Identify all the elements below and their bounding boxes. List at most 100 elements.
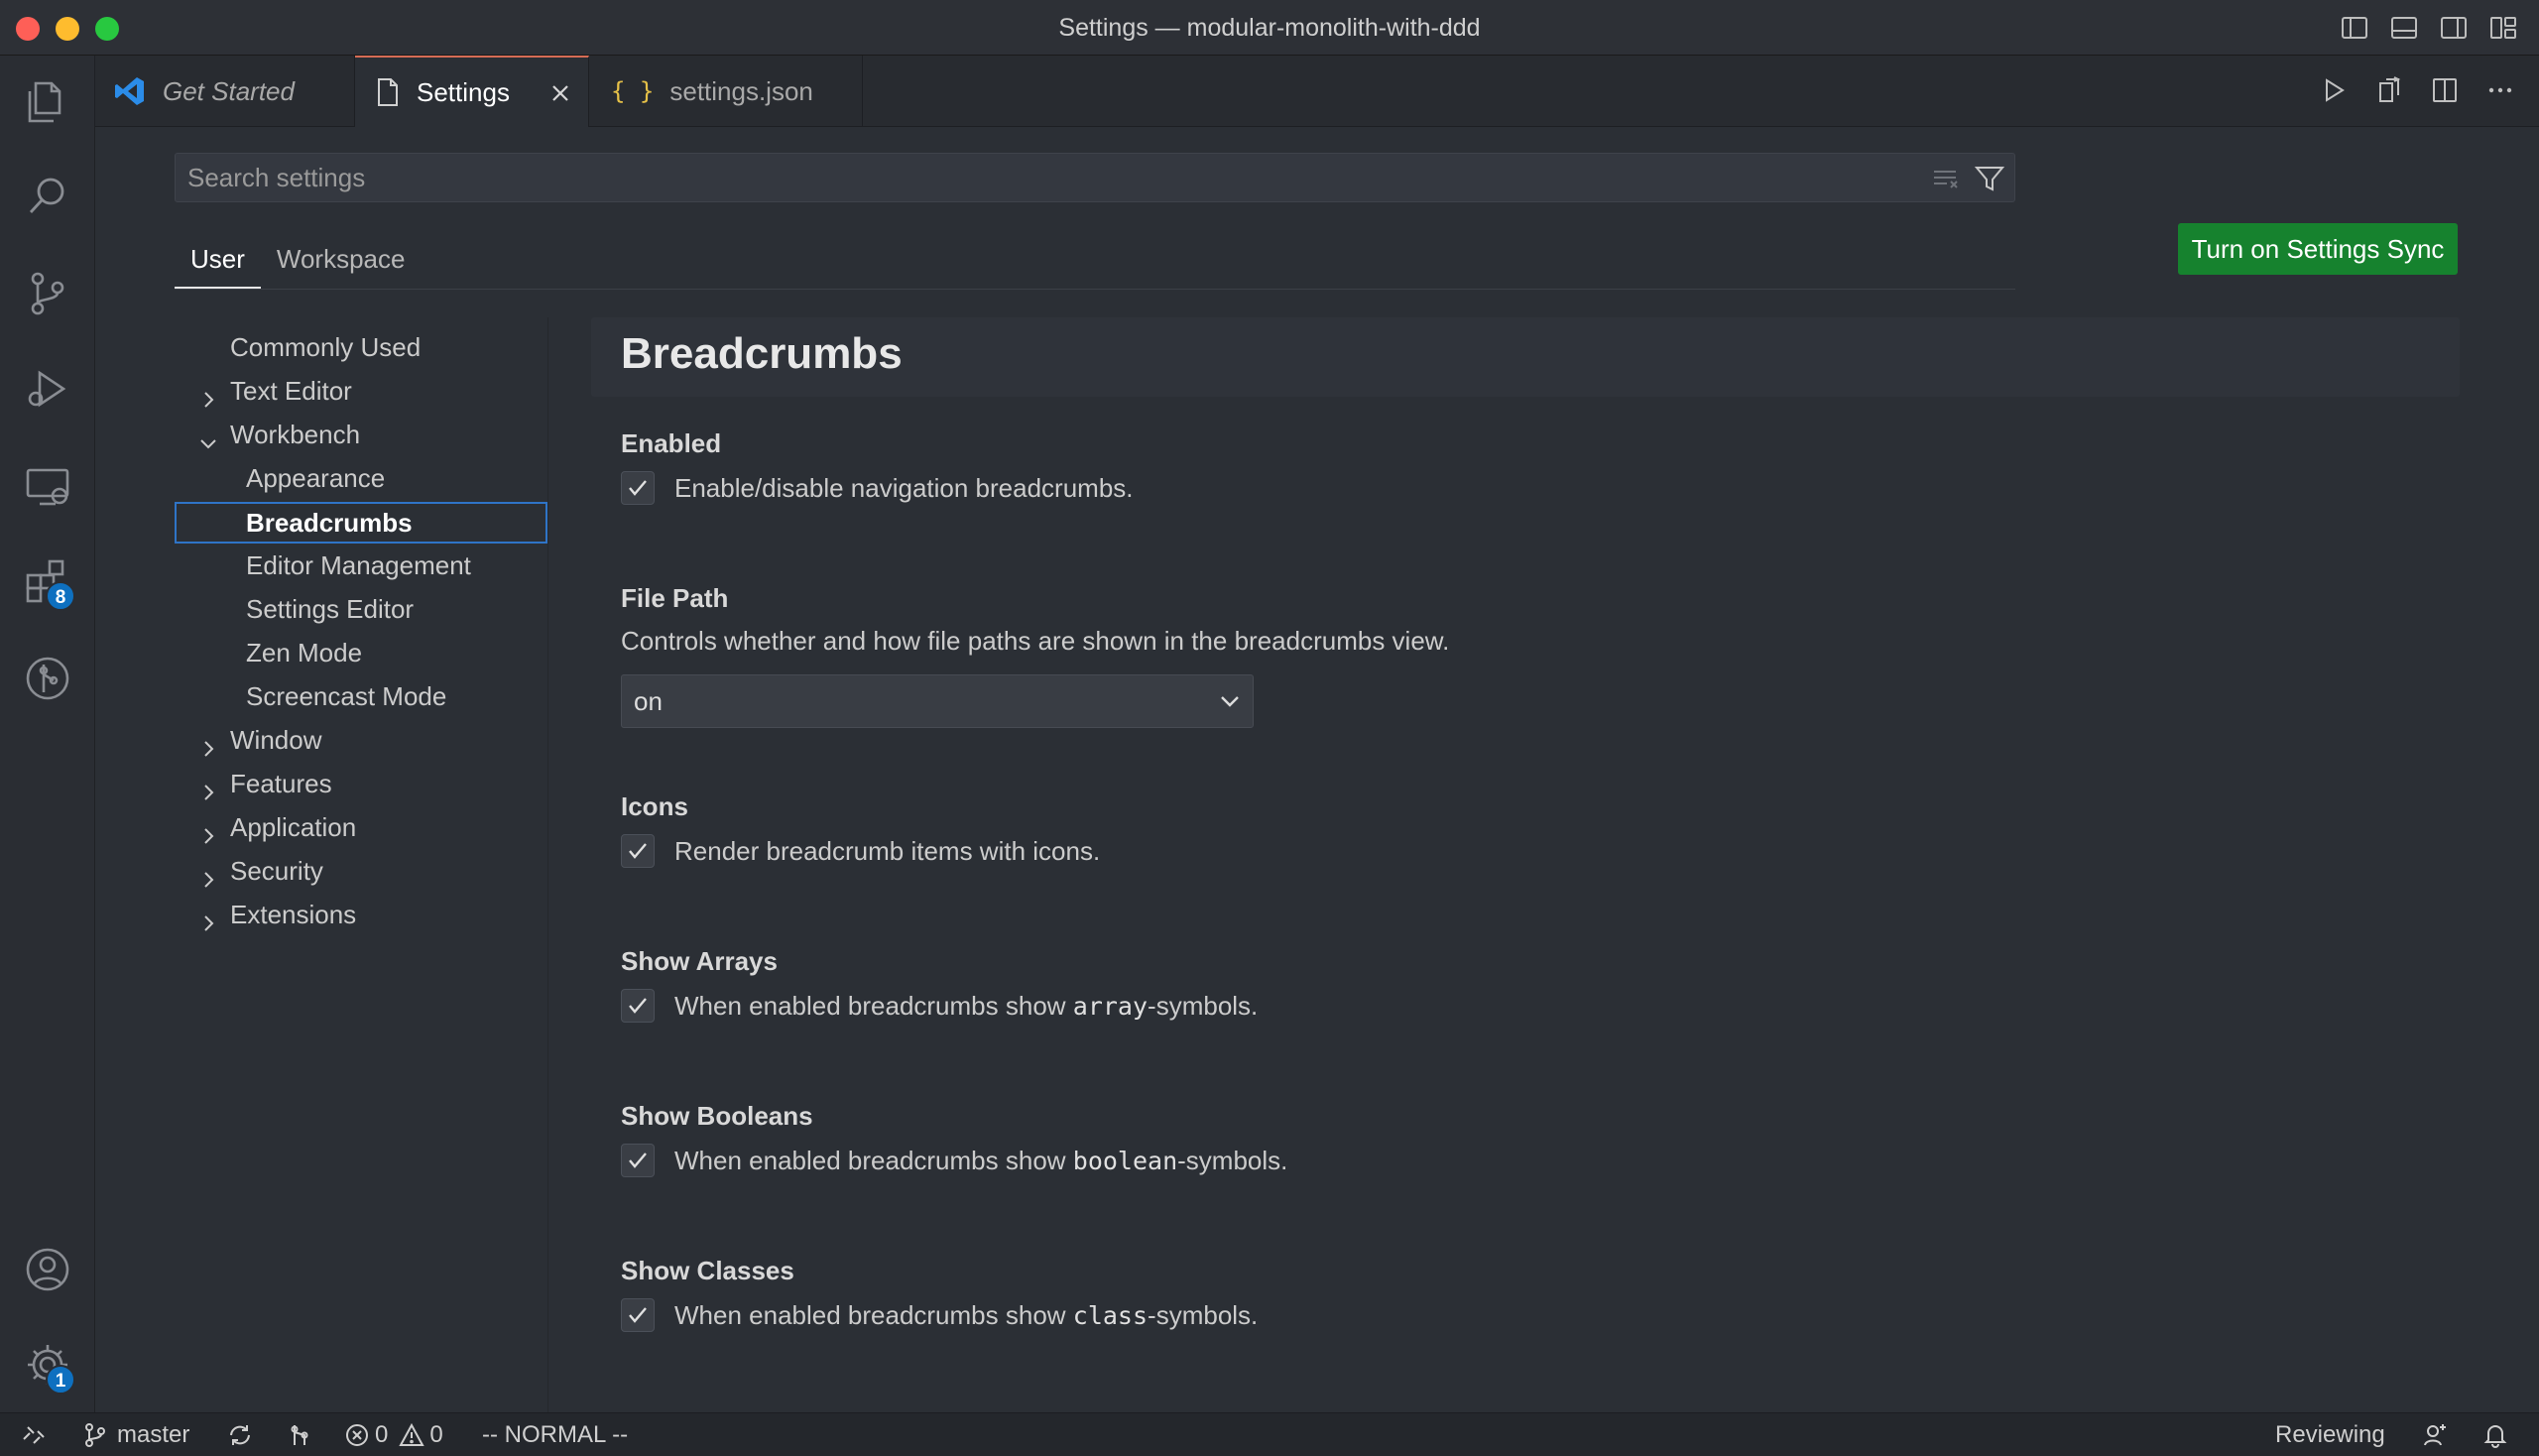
- editor-actions: [2317, 73, 2517, 112]
- file-path-select[interactable]: on: [621, 674, 1254, 728]
- title-bar: Settings — modular-monolith-with-ddd: [0, 0, 2539, 56]
- section-title: Breadcrumbs: [621, 329, 903, 378]
- git-graph-icon[interactable]: [20, 651, 75, 706]
- toggle-primary-sidebar-icon[interactable]: [2339, 12, 2370, 49]
- chevron-down-icon: [198, 425, 218, 449]
- search-icon[interactable]: [20, 169, 75, 224]
- manage-badge: 1: [46, 1365, 75, 1395]
- source-control-icon[interactable]: [20, 266, 75, 321]
- vscode-logo-icon: [113, 74, 147, 108]
- setting-show-arrays: Show Arrays When enabled breadcrumbs sho…: [621, 946, 2406, 1023]
- toc-item-settings-editor[interactable]: Settings Editor: [175, 589, 547, 629]
- sync-icon[interactable]: [226, 1413, 254, 1456]
- more-actions-icon[interactable]: [2483, 73, 2517, 112]
- settings-search-box: [175, 153, 2015, 202]
- toc-item-editor-management[interactable]: Editor Management: [175, 546, 547, 585]
- toc-label: Screencast Mode: [246, 681, 447, 711]
- toc-label: Breadcrumbs: [246, 508, 413, 538]
- toc-item-text-editor[interactable]: Text Editor: [175, 371, 547, 411]
- problems-indicator[interactable]: 0 0: [343, 1413, 443, 1456]
- close-icon[interactable]: [546, 79, 574, 107]
- tab-user[interactable]: User: [175, 234, 261, 290]
- setting-description: When enabled breadcrumbs show class-symb…: [674, 1299, 1259, 1330]
- accounts-icon[interactable]: [20, 1242, 75, 1297]
- toc-item-extensions[interactable]: Extensions: [175, 895, 547, 934]
- setting-title: Show Classes: [621, 1256, 794, 1285]
- window-title: Settings — modular-monolith-with-ddd: [1058, 14, 1481, 42]
- setting-file-path: File Path Controls whether and how file …: [621, 583, 2406, 728]
- toc-label: Appearance: [246, 463, 386, 493]
- tab-label: Settings: [417, 76, 510, 107]
- explorer-icon[interactable]: [20, 73, 75, 129]
- status-bar: master 0 0 -- NORMAL -- Reviewing: [0, 1412, 2539, 1456]
- vim-mode: -- NORMAL --: [482, 1421, 629, 1448]
- setting-description: When enabled breadcrumbs show array-symb…: [674, 990, 1259, 1021]
- tab-settings-json[interactable]: { } settings.json: [589, 56, 863, 127]
- run-icon[interactable]: [2317, 73, 2351, 112]
- setting-show-classes: Show Classes When enabled breadcrumbs sh…: [621, 1256, 2406, 1332]
- setting-description: When enabled breadcrumbs show boolean-sy…: [674, 1145, 1288, 1175]
- reviewing-status[interactable]: Reviewing: [2275, 1413, 2385, 1456]
- clear-filter-icon[interactable]: [1929, 162, 1963, 200]
- setting-show-booleans: Show Booleans When enabled breadcrumbs s…: [621, 1101, 2406, 1177]
- customize-layout-icon[interactable]: [2487, 12, 2519, 49]
- setting-title: Show Booleans: [621, 1101, 813, 1131]
- toc-label: Zen Mode: [246, 638, 363, 667]
- chevron-right-icon: [198, 730, 218, 757]
- toc-item-security[interactable]: Security: [175, 851, 547, 891]
- tab-settings[interactable]: Settings: [355, 56, 589, 127]
- toc-item-features[interactable]: Features: [175, 764, 547, 803]
- toc-item-application[interactable]: Application: [175, 807, 547, 847]
- search-input[interactable]: [176, 154, 1921, 201]
- filter-icon[interactable]: [1973, 162, 2006, 200]
- toc-item-workbench[interactable]: Workbench: [175, 415, 547, 454]
- git-branch-icon: [85, 1423, 105, 1447]
- live-share-icon[interactable]: [2422, 1413, 2450, 1456]
- show-booleans-checkbox[interactable]: [621, 1144, 655, 1177]
- activity-bar: 8 1: [0, 56, 95, 1412]
- enabled-checkbox[interactable]: [621, 471, 655, 505]
- warning-icon: [399, 1422, 425, 1446]
- setting-description: Controls whether and how file paths are …: [621, 626, 1450, 656]
- warning-count: 0: [429, 1421, 443, 1448]
- toc-item-commonly-used[interactable]: Commonly Used: [175, 327, 547, 367]
- open-settings-json-icon[interactable]: [2372, 73, 2406, 112]
- git-graph-status-icon[interactable]: [286, 1413, 313, 1456]
- error-icon: [346, 1424, 368, 1446]
- split-editor-icon[interactable]: [2428, 73, 2462, 112]
- toc-item-screencast-mode[interactable]: Screencast Mode: [175, 676, 547, 716]
- json-braces-icon: { }: [611, 77, 655, 105]
- setting-title: File Path: [621, 583, 729, 613]
- setting-description: Render breadcrumb items with icons.: [674, 835, 1101, 866]
- show-classes-checkbox[interactable]: [621, 1298, 655, 1332]
- show-arrays-checkbox[interactable]: [621, 989, 655, 1023]
- toggle-secondary-sidebar-icon[interactable]: [2438, 12, 2470, 49]
- toc-item-zen-mode[interactable]: Zen Mode: [175, 633, 547, 672]
- toc-label: Application: [230, 812, 357, 842]
- toc-item-appearance[interactable]: Appearance: [175, 458, 547, 498]
- toc-label: Window: [230, 725, 322, 755]
- toc-label: Commonly Used: [230, 332, 422, 362]
- toc-item-breadcrumbs[interactable]: Breadcrumbs: [175, 502, 547, 544]
- chevron-right-icon: [198, 861, 218, 888]
- branch-indicator[interactable]: master: [81, 1413, 189, 1456]
- settings-scope-tabs: User Workspace: [175, 234, 421, 290]
- run-debug-icon[interactable]: [20, 361, 75, 417]
- extensions-icon[interactable]: 8: [20, 553, 75, 611]
- tab-get-started[interactable]: Get Started: [95, 56, 355, 127]
- notifications-bell-icon[interactable]: [2481, 1413, 2509, 1456]
- chevron-right-icon: [198, 381, 218, 408]
- manage-gear-icon[interactable]: 1: [20, 1337, 75, 1395]
- turn-on-settings-sync-button[interactable]: Turn on Settings Sync: [2178, 223, 2458, 275]
- remote-indicator-icon[interactable]: [20, 1413, 48, 1456]
- remote-explorer-icon[interactable]: [20, 458, 75, 514]
- toggle-panel-icon[interactable]: [2388, 12, 2420, 49]
- toc-label: Extensions: [230, 900, 357, 929]
- icons-checkbox[interactable]: [621, 834, 655, 868]
- toc-item-window[interactable]: Window: [175, 720, 547, 760]
- file-icon: [375, 77, 401, 107]
- tab-workspace[interactable]: Workspace: [261, 234, 422, 290]
- chevron-right-icon: [198, 774, 218, 800]
- toc-label: Security: [230, 856, 323, 886]
- toc-label: Features: [230, 769, 332, 798]
